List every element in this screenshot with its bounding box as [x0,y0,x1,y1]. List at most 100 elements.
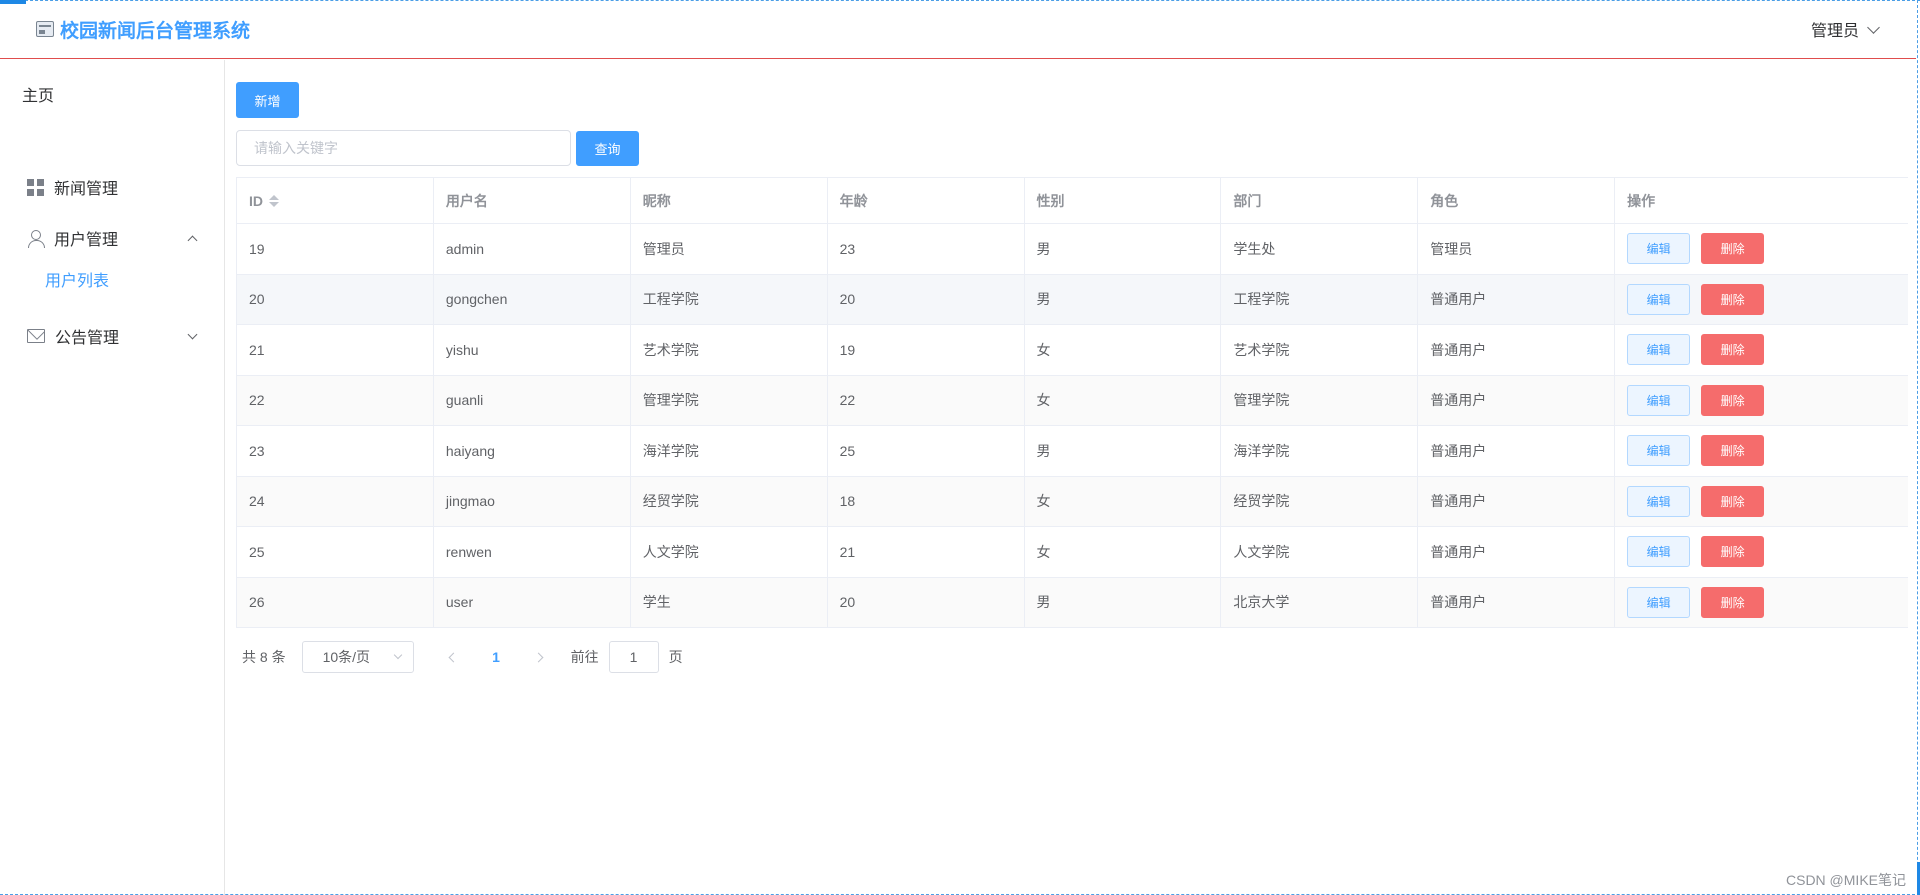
cell-gender: 女 [1025,375,1222,425]
cell-nickname: 艺术学院 [631,325,828,375]
goto-page-input[interactable] [608,641,659,673]
column-header-role: 角色 [1418,178,1616,223]
sidebar-item-label: 公告管理 [55,330,120,347]
chevron-up-icon [187,235,198,245]
sidebar-item-announcements[interactable]: 公告管理 [0,316,224,356]
column-header-age: 年龄 [828,178,1025,223]
delete-button[interactable]: 删除 [1701,283,1765,315]
cell-role: 普通用户 [1418,375,1616,425]
cell-username: renwen [434,527,631,577]
table-row: 24 jingmao 经贸学院 18 女 经贸学院 普通用户 编辑 删除 [237,476,1908,527]
cell-username: guanli [434,375,631,425]
cell-nickname: 人文学院 [631,527,828,577]
cell-gender: 男 [1025,224,1222,274]
sidebar-item-label: 新闻管理 [54,181,119,198]
sidebar-item-users[interactable]: 用户管理 [0,218,224,258]
cell-username: haiyang [434,426,631,476]
cell-id: 20 [237,274,434,324]
query-button[interactable]: 查询 [576,131,639,166]
delete-button[interactable]: 删除 [1701,334,1765,366]
table-row: 19 admin 管理员 23 男 学生处 管理员 编辑 删除 [237,224,1908,275]
cell-id: 22 [237,375,434,425]
column-header-id[interactable]: ID [237,178,434,223]
table-row: 23 haiyang 海洋学院 25 男 海洋学院 普通用户 编辑 删除 [237,426,1908,477]
delete-button[interactable]: 删除 [1701,435,1765,467]
chevron-down-icon [187,329,198,339]
edit-button[interactable]: 编辑 [1627,233,1691,265]
cell-department: 海洋学院 [1221,426,1419,476]
cell-actions: 编辑 删除 [1615,477,1908,527]
grid-icon [27,178,44,196]
cell-username: admin [434,224,631,274]
delete-button[interactable]: 删除 [1701,384,1765,416]
delete-button[interactable]: 删除 [1701,586,1765,618]
column-header-gender: 性别 [1025,178,1222,223]
chevron-left-icon [448,652,459,662]
edit-button[interactable]: 编辑 [1627,536,1691,568]
next-page-button[interactable] [519,643,559,671]
frame-right-edge [1917,0,1918,895]
table-header-row: ID 用户名 昵称 年龄 性别 部门 角色 操作 [237,178,1908,224]
cell-role: 普通用户 [1418,426,1616,476]
edit-button[interactable]: 编辑 [1627,334,1691,366]
cell-gender: 女 [1025,527,1222,577]
page-size-value: 10条/页 [322,649,371,665]
chevron-down-icon [393,650,402,660]
cell-department: 管理学院 [1221,375,1419,425]
cell-age: 21 [828,527,1025,577]
edit-button[interactable]: 编辑 [1627,384,1691,416]
table-row: 21 yishu 艺术学院 19 女 艺术学院 普通用户 编辑 删除 [237,325,1908,376]
cell-actions: 编辑 删除 [1615,325,1908,375]
add-button[interactable]: 新增 [236,82,299,118]
edit-button[interactable]: 编辑 [1627,586,1691,618]
edit-button[interactable]: 编辑 [1627,435,1691,467]
cell-role: 普通用户 [1418,577,1616,627]
sidebar-item-news[interactable]: 新闻管理 [0,167,224,207]
edit-button[interactable]: 编辑 [1627,283,1691,315]
column-header-label: ID [249,192,263,209]
sort-icon[interactable] [269,194,279,207]
cell-gender: 男 [1025,274,1222,324]
delete-button[interactable]: 删除 [1701,536,1765,568]
chevron-down-icon [1867,20,1880,34]
sidebar-subitem-user-list[interactable]: 用户列表 [45,267,109,291]
cell-role: 普通用户 [1418,476,1616,526]
cell-actions: 编辑 删除 [1615,275,1908,325]
cell-username: gongchen [434,274,631,324]
sidebar-item-label: 用户管理 [54,232,119,249]
cell-role: 普通用户 [1418,274,1616,324]
cell-department: 艺术学院 [1221,325,1419,375]
brand[interactable]: 校园新闻后台管理系统 [36,16,250,43]
column-header-department: 部门 [1221,178,1419,223]
search-input[interactable] [236,130,571,166]
cell-nickname: 海洋学院 [631,426,828,476]
cell-role: 普通用户 [1418,325,1616,375]
cell-age: 19 [828,325,1025,375]
delete-button[interactable]: 删除 [1701,485,1765,517]
delete-button[interactable]: 删除 [1701,233,1765,265]
newspaper-icon [36,21,54,37]
cell-id: 26 [237,577,434,627]
cell-username: yishu [434,325,631,375]
cell-age: 25 [828,426,1025,476]
cell-department: 人文学院 [1221,527,1419,577]
edit-button[interactable]: 编辑 [1627,485,1691,517]
page-number-current[interactable]: 1 [474,649,519,665]
user-dropdown[interactable]: 管理员 [1810,17,1880,41]
cell-nickname: 管理员 [631,224,828,274]
cell-role: 管理员 [1418,224,1616,274]
watermark: CSDN @MIKE笔记 [1786,872,1906,888]
app-header: 校园新闻后台管理系统 管理员 [0,0,1916,59]
chevron-right-icon [533,652,544,662]
user-name: 管理员 [1810,23,1859,40]
column-header-username: 用户名 [434,178,631,223]
cell-gender: 男 [1025,577,1222,627]
table-row: 22 guanli 管理学院 22 女 管理学院 普通用户 编辑 删除 [237,375,1908,426]
prev-page-button[interactable] [434,643,474,671]
cell-age: 18 [828,476,1025,526]
page-size-select[interactable]: 10条/页 [301,641,414,673]
cell-department: 学生处 [1221,224,1419,274]
cell-id: 21 [237,325,434,375]
sidebar-item-home[interactable]: 主页 [22,82,54,106]
goto-label: 前往 [570,649,599,665]
